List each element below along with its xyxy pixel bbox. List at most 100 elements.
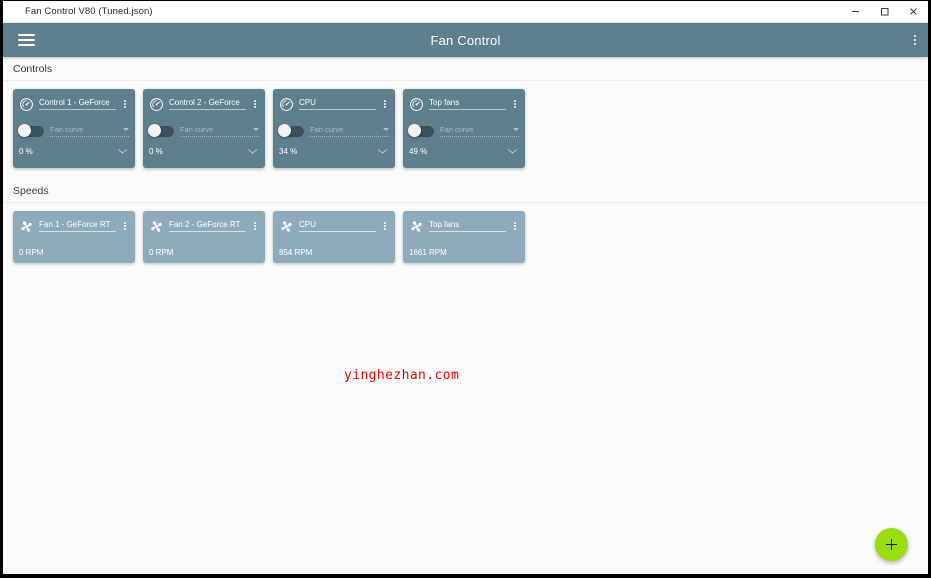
control-percent-value: 34 % (279, 147, 298, 156)
fan-curve-placeholder: Fan curve (180, 125, 214, 134)
kebab-menu-icon[interactable] (121, 98, 129, 110)
fan-curve-select[interactable]: Fan curve (50, 125, 129, 137)
fan-curve-placeholder: Fan curve (310, 125, 344, 134)
plus-icon-vertical (890, 539, 893, 550)
enable-toggle[interactable] (408, 124, 434, 137)
card-title: CPU (299, 98, 316, 107)
control-percent-value: 0 % (19, 147, 33, 156)
expand-chevron-icon[interactable] (248, 149, 257, 154)
kebab-menu-icon[interactable] (121, 220, 129, 232)
control-card[interactable]: CPU Fan curve 34 % (273, 89, 395, 168)
application-window: Fan Control V80 (Tuned.json) Fan Control… (3, 1, 928, 574)
fan-curve-select[interactable]: Fan curve (180, 125, 259, 137)
control-percent-value: 0 % (149, 147, 163, 156)
enable-toggle[interactable] (278, 124, 304, 137)
card-title: Fan 1 - GeForce RT (39, 220, 111, 229)
enable-toggle[interactable] (148, 124, 174, 137)
fan-icon (149, 219, 164, 234)
speed-card[interactable]: Top fans 1661 RPM (403, 211, 525, 263)
card-header: Fan 2 - GeForce RT (149, 216, 259, 236)
title-bar: Fan Control V80 (Tuned.json) (3, 1, 928, 23)
kebab-menu-icon[interactable] (251, 98, 259, 110)
control-percent-value: 49 % (409, 147, 428, 156)
app-bar: Fan Control (3, 23, 928, 57)
add-button[interactable] (875, 528, 908, 561)
card-value-row: 0 % (149, 147, 259, 156)
card-title-field[interactable]: CPU (299, 98, 377, 110)
window-title: Fan Control V80 (Tuned.json) (25, 6, 153, 17)
speed-rpm-value: 0 RPM (19, 248, 44, 257)
card-title-field[interactable]: Top fans (429, 220, 507, 232)
fan-icon (279, 219, 294, 234)
card-title: Control 2 - GeForce (169, 98, 240, 107)
card-value-row: 34 % (279, 147, 389, 156)
card-title-field[interactable]: Fan 2 - GeForce RT (169, 220, 247, 232)
hamburger-icon[interactable] (9, 34, 43, 46)
watermark-text: yinghezhan.com (344, 368, 460, 383)
fan-curve-select[interactable]: Fan curve (440, 125, 519, 137)
chevron-down-icon (513, 128, 519, 131)
card-controls-row: Fan curve (18, 123, 129, 139)
card-title: Fan 2 - GeForce RT (169, 220, 241, 229)
card-title: CPU (299, 220, 316, 229)
kebab-menu-icon[interactable] (511, 220, 519, 232)
speed-card[interactable]: CPU 854 RPM (273, 211, 395, 263)
speed-card[interactable]: Fan 2 - GeForce RT 0 RPM (143, 211, 265, 263)
card-title-field[interactable]: Control 2 - GeForce (169, 98, 247, 110)
fan-icon (19, 219, 34, 234)
control-card[interactable]: Top fans Fan curve 49 % (403, 89, 525, 168)
chevron-down-icon (383, 128, 389, 131)
kebab-menu-icon[interactable] (910, 31, 920, 49)
maximize-button[interactable] (870, 1, 899, 22)
speed-rpm-value: 0 RPM (149, 248, 174, 257)
expand-chevron-icon[interactable] (378, 149, 387, 154)
card-value-row: 0 % (19, 147, 129, 156)
kebab-menu-icon[interactable] (381, 220, 389, 232)
card-title: Top fans (429, 220, 460, 229)
expand-chevron-icon[interactable] (118, 149, 127, 154)
enable-toggle[interactable] (18, 124, 44, 137)
card-header: Top fans (409, 216, 519, 236)
close-button[interactable] (899, 1, 928, 22)
chevron-down-icon (253, 128, 259, 131)
fan-curve-placeholder: Fan curve (440, 125, 474, 134)
window-controls (841, 1, 928, 22)
gauge-icon (409, 97, 424, 112)
card-header: Fan 1 - GeForce RT (19, 216, 129, 236)
card-header: Control 1 - GeForce (19, 94, 129, 114)
fan-curve-select[interactable]: Fan curve (310, 125, 389, 137)
card-title: Control 1 - GeForce (39, 98, 110, 107)
app-title: Fan Control (430, 32, 501, 48)
card-controls-row: Fan curve (408, 123, 519, 139)
section-header-speeds: Speeds (3, 179, 928, 203)
control-card[interactable]: Control 1 - GeForce Fan curve 0 % (13, 89, 135, 168)
kebab-menu-icon[interactable] (511, 98, 519, 110)
card-title-field[interactable]: CPU (299, 220, 377, 232)
card-title-field[interactable]: Fan 1 - GeForce RT (39, 220, 117, 232)
card-header: Control 2 - GeForce (149, 94, 259, 114)
speed-card[interactable]: Fan 1 - GeForce RT 0 RPM (13, 211, 135, 263)
card-controls-row: Fan curve (278, 123, 389, 139)
expand-chevron-icon[interactable] (508, 149, 517, 154)
gauge-icon (149, 97, 164, 112)
fan-curve-placeholder: Fan curve (50, 125, 84, 134)
card-header: CPU (279, 94, 389, 114)
speed-rpm-value: 854 RPM (279, 248, 313, 257)
content-area: Controls Control 1 - GeForce Fan curve 0… (3, 57, 928, 574)
card-title: Top fans (429, 98, 460, 107)
control-card[interactable]: Control 2 - GeForce Fan curve 0 % (143, 89, 265, 168)
chevron-down-icon (123, 128, 129, 131)
card-title-field[interactable]: Top fans (429, 98, 507, 110)
card-value-row: 49 % (409, 147, 519, 156)
speeds-card-row: Fan 1 - GeForce RT 0 RPM Fan 2 - GeForce… (3, 203, 928, 263)
kebab-menu-icon[interactable] (251, 220, 259, 232)
section-header-controls: Controls (3, 57, 928, 81)
fan-icon (409, 219, 424, 234)
card-header: CPU (279, 216, 389, 236)
minimize-button[interactable] (841, 1, 870, 22)
gauge-icon (279, 97, 294, 112)
gauge-icon (19, 97, 34, 112)
card-title-field[interactable]: Control 1 - GeForce (39, 98, 117, 110)
kebab-menu-icon[interactable] (381, 98, 389, 110)
speed-rpm-value: 1661 RPM (409, 248, 447, 257)
